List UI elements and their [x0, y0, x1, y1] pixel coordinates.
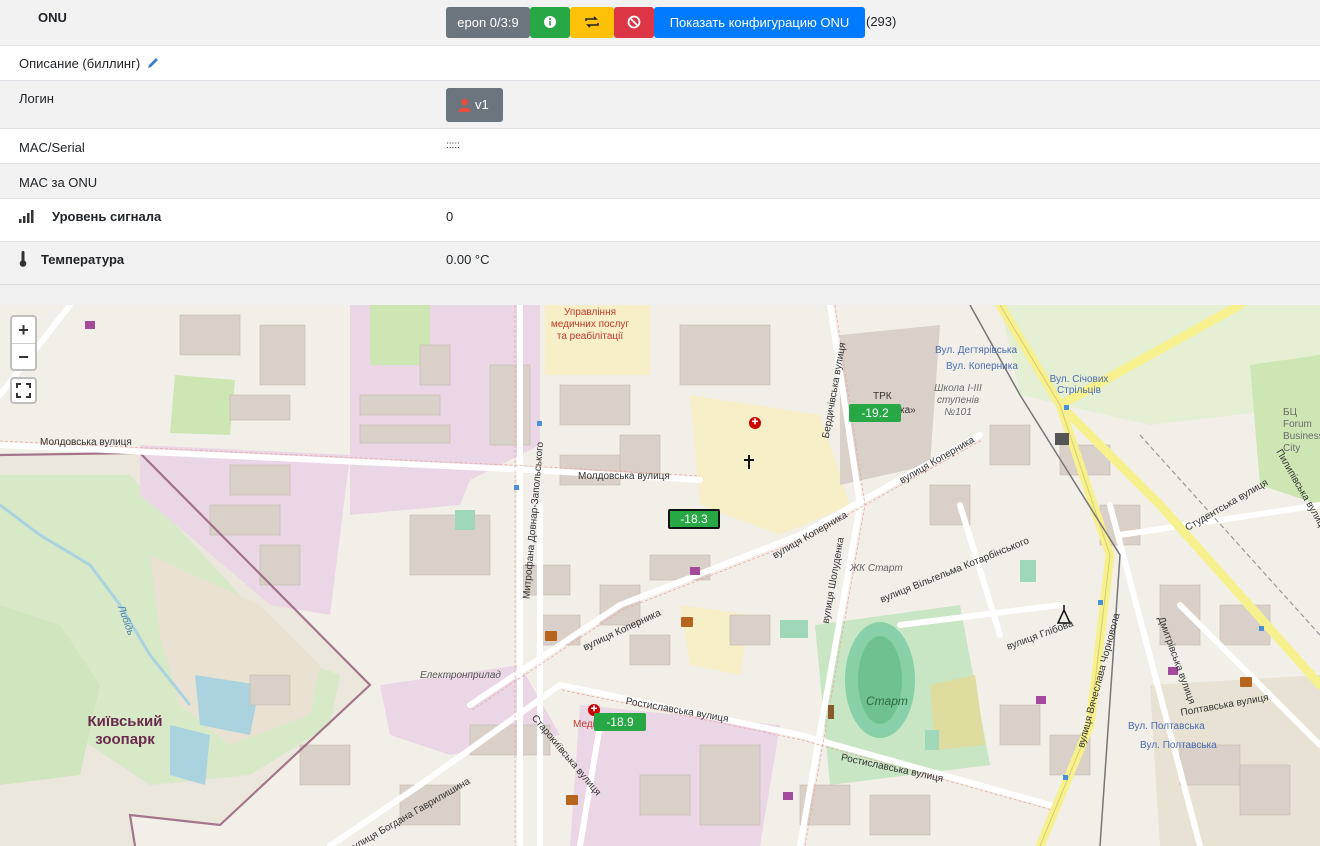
label-zhk-start: ЖК Старт: [850, 563, 903, 574]
zoom-out-button[interactable]: −: [12, 343, 35, 369]
info-icon: [544, 16, 556, 28]
zoom-in-button[interactable]: +: [12, 317, 35, 343]
info-button[interactable]: [530, 7, 570, 38]
fullscreen-button[interactable]: [10, 377, 37, 404]
user-icon: [458, 98, 471, 112]
login-user-button[interactable]: v1: [446, 88, 503, 122]
section-gap: [0, 284, 1320, 305]
repeat-icon: [585, 16, 599, 28]
mac-behind-label: MAC за ONU: [19, 175, 98, 190]
label-kopernyka-stop: Вул. Коперника: [946, 361, 1018, 372]
label-sichovykh: Вул. Січових Стрільців: [1049, 374, 1109, 396]
signal-value: 0: [446, 209, 454, 224]
label-electronprylad: Електронприлад: [420, 670, 501, 681]
mac-behind-row: MAC за ONU: [0, 164, 1320, 199]
config-count: (293): [866, 14, 897, 29]
label-molodovska-center: Молдовська вулиця: [578, 471, 670, 482]
login-user-name: v1: [475, 97, 489, 112]
mac-serial-value: :::::: [446, 140, 460, 151]
mac-serial-label: MAC/Serial: [19, 140, 85, 155]
signal-bars-icon: [19, 210, 34, 223]
reboot-button[interactable]: [570, 7, 614, 38]
onu-signal-badge-3[interactable]: -18.9: [594, 713, 646, 731]
label-medi: Меді: [573, 719, 595, 730]
temperature-row: Температура 0.00 °C: [0, 242, 1320, 285]
port-button[interactable]: epon 0/3:9: [446, 7, 530, 38]
signal-row: Уровень сигнала 0: [0, 199, 1320, 242]
label-trk: ТРК: [873, 391, 892, 402]
label-trk-suffix: ка»: [900, 405, 916, 416]
signal-label: Уровень сигнала: [52, 209, 162, 224]
label-upravlinnya: Управління медичних послуг та реабілітац…: [550, 307, 630, 342]
fullscreen-icon: [16, 383, 31, 398]
block-button[interactable]: [614, 7, 654, 38]
description-label-text: Описание (биллинг): [19, 56, 141, 71]
onu-row: ONU epon 0/3:9 Показать конфигурацию ONU…: [0, 0, 1320, 46]
zoom-control: + −: [10, 315, 37, 371]
onu-signal-badge-2[interactable]: -18.3: [668, 509, 720, 529]
label-poltavska-stop-1: Вул. Полтавська: [1128, 721, 1205, 732]
label-zoo: Київський зоопарк: [87, 713, 163, 748]
login-row: Логин: [0, 81, 1320, 129]
onu-signal-badge-1[interactable]: -19.2: [849, 404, 901, 422]
label-bc-forum: БЦ Forum Business City: [1283, 407, 1320, 454]
label-degtyarivska: Вул. Дегтярівська: [935, 345, 1018, 356]
label-molodovska-west: Молдовська вулиця: [40, 437, 132, 448]
map-tiles: [0, 305, 1320, 846]
label-stadium-start: Старт: [866, 694, 908, 708]
show-config-button[interactable]: Показать конфигурацию ONU: [654, 7, 865, 38]
pencil-icon[interactable]: [146, 56, 160, 70]
description-label: Описание (биллинг): [19, 56, 160, 71]
label-school: Школа І-ІІІ ступенів №101: [934, 383, 982, 418]
mac-serial-row: MAC/Serial :::::: [0, 129, 1320, 164]
temperature-value: 0.00 °C: [446, 252, 490, 267]
login-label: Логин: [19, 91, 54, 106]
description-row: Описание (биллинг): [0, 46, 1320, 81]
temperature-label: Температура: [41, 252, 125, 267]
label-poltavska-stop-2: Вул. Полтавська: [1140, 740, 1217, 751]
map-view[interactable]: Молдовська вулиця Молдовська вулиця Київ…: [0, 305, 1320, 846]
ban-icon: [627, 15, 641, 29]
onu-title: ONU: [38, 10, 67, 25]
thermometer-icon: [19, 251, 27, 267]
